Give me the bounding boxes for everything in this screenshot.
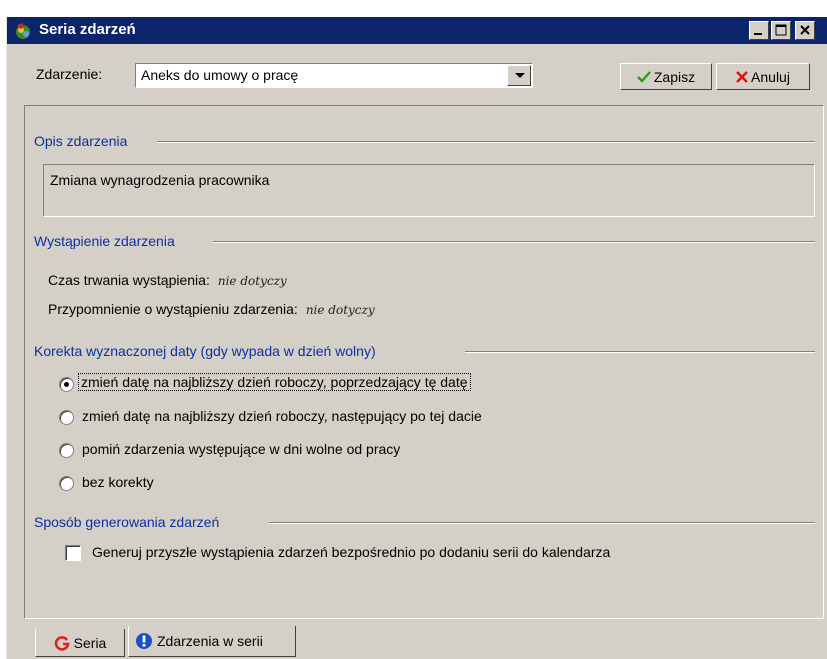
dialog-window: Seria zdarzeń Zdarzenie: Aneks do umowy …	[6, 17, 827, 659]
event-select-value: Aneks do umowy o pracę	[141, 67, 299, 83]
info-icon	[136, 633, 152, 649]
generation-section-title: Sposób generowania zdarzeń	[34, 514, 220, 530]
maximize-icon	[775, 24, 787, 36]
maximize-button[interactable]	[771, 21, 791, 40]
section-divider	[213, 241, 815, 243]
reminder-label: Przypomnienie o wystąpieniu zdarzenia:	[48, 301, 298, 317]
event-select-dropdown-button[interactable]	[507, 65, 531, 86]
cancel-button[interactable]: Anuluj	[716, 63, 810, 90]
window-title: Seria zdarzeń	[39, 21, 136, 38]
description-text: Zmiana wynagrodzenia pracownika	[50, 172, 270, 188]
duration-label: Czas trwania wystąpienia:	[48, 272, 210, 288]
radio-correction-previous[interactable]	[59, 377, 74, 392]
section-divider	[157, 141, 815, 143]
g-icon	[54, 635, 70, 651]
section-divider	[269, 522, 815, 524]
radio-correction-next[interactable]	[59, 410, 74, 425]
reminder-row: Przypomnienie o wystąpieniu zdarzenia: ni…	[48, 301, 375, 317]
tab-zdarzenia-w-serii[interactable]: Zdarzenia w serii	[128, 626, 296, 657]
duration-row: Czas trwania wystąpienia: nie dotyczy	[48, 272, 287, 288]
tab-seria-label: Seria	[73, 634, 107, 651]
correction-section-title: Korekta wyznaczonej daty (gdy wypada w d…	[34, 343, 376, 359]
radio-correction-next-label[interactable]: zmień datę na najbliższy dzień roboczy, …	[82, 408, 482, 424]
radio-correction-skip-label[interactable]: pomiń zdarzenia występujące w dni wolne …	[82, 441, 400, 457]
radio-correction-none[interactable]	[59, 476, 74, 491]
description-section-title: Opis zdarzenia	[34, 133, 128, 149]
app-icon	[16, 23, 30, 39]
title-bar[interactable]: Seria zdarzeń	[7, 17, 827, 44]
close-icon	[800, 25, 810, 35]
radio-correction-previous-label[interactable]: zmień datę na najbliższy dzień roboczy, …	[78, 373, 471, 391]
tab-zdarzenia-label: Zdarzenia w serii	[157, 633, 263, 649]
close-button[interactable]	[795, 21, 815, 40]
generate-future-checkbox[interactable]	[65, 545, 81, 561]
reminder-value: nie dotyczy	[305, 303, 375, 317]
generate-future-label[interactable]: Generuj przyszłe wystąpienia zdarzeń bez…	[92, 544, 610, 560]
save-button-label: Zapisz	[653, 68, 696, 85]
cancel-x-icon	[736, 70, 748, 83]
tab-seria[interactable]: Seria	[35, 629, 125, 657]
event-label: Zdarzenie:	[36, 66, 103, 82]
section-divider	[465, 351, 815, 353]
duration-value: nie dotyczy	[217, 274, 287, 288]
radio-correction-skip[interactable]	[59, 443, 74, 458]
event-select[interactable]: Aneks do umowy o pracę	[135, 63, 533, 88]
description-box[interactable]: Zmiana wynagrodzenia pracownika	[43, 164, 815, 217]
minimize-button[interactable]	[749, 21, 769, 40]
minimize-icon	[754, 33, 762, 35]
occurrence-section-title: Wystąpienie zdarzenia	[34, 233, 175, 249]
checkmark-icon	[637, 70, 651, 83]
chevron-down-icon	[515, 73, 525, 78]
save-button[interactable]: Zapisz	[620, 63, 712, 90]
radio-correction-none-label[interactable]: bez korekty	[82, 474, 154, 490]
cancel-button-label: Anuluj	[751, 68, 790, 85]
